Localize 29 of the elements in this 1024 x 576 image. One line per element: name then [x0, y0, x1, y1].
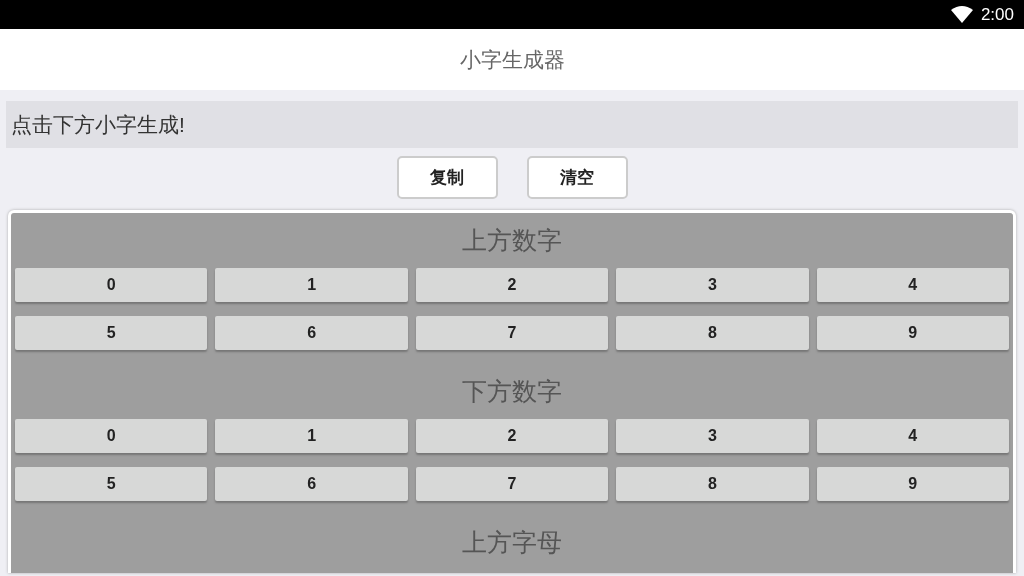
key-button[interactable]: 7 — [415, 316, 609, 350]
key-button[interactable]: 9 — [816, 467, 1009, 501]
key-button[interactable]: 3 — [616, 268, 809, 302]
copy-button[interactable]: 复制 — [396, 156, 498, 199]
key-button[interactable]: 6 — [215, 467, 408, 501]
clear-button[interactable]: 清空 — [526, 156, 628, 199]
key-button[interactable]: 0 — [15, 419, 208, 453]
section-title: 上方数字 — [462, 226, 562, 254]
key-button[interactable]: 7 — [415, 467, 609, 501]
key-button[interactable]: 6 — [215, 316, 408, 350]
key-button[interactable]: 4 — [816, 268, 1009, 302]
clock: 2:00 — [980, 3, 1014, 26]
key-button[interactable]: 8 — [616, 316, 809, 350]
app-title: 小字生成器 — [459, 46, 565, 73]
key-button[interactable]: 4 — [816, 419, 1009, 453]
key-button[interactable]: 1 — [215, 268, 408, 302]
key-button[interactable]: 2 — [415, 268, 609, 302]
section-title: 上方字母 — [462, 528, 562, 556]
key-button[interactable]: 5 — [15, 316, 208, 350]
section-title: 下方数字 — [462, 377, 562, 405]
output-field[interactable]: 点击下方小字生成! — [6, 101, 1018, 148]
key-button[interactable]: 3 — [616, 419, 809, 453]
key-button[interactable]: 1 — [215, 419, 408, 453]
key-button[interactable]: 5 — [15, 467, 208, 501]
wifi-icon — [950, 6, 973, 23]
key-button[interactable]: 9 — [816, 316, 1009, 350]
key-button[interactable]: 0 — [15, 268, 208, 302]
key-button[interactable]: 2 — [415, 419, 609, 453]
key-button[interactable]: 8 — [616, 467, 809, 501]
